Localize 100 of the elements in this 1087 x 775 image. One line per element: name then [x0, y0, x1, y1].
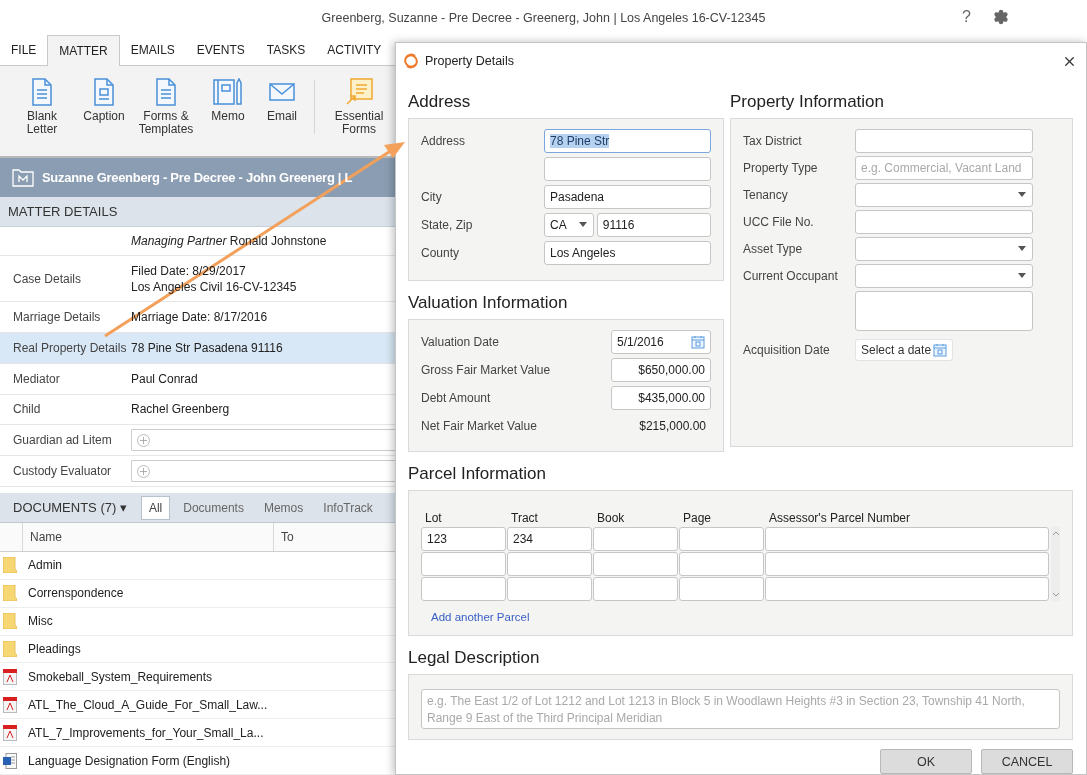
net-value: $215,000.00: [638, 418, 707, 433]
field-label: County: [421, 245, 461, 260]
section-heading: MATTER DETAILS: [8, 204, 118, 220]
detail-value: Rachel Greenberg: [131, 401, 230, 418]
grid-cell[interactable]: [679, 526, 764, 551]
grid-cell[interactable]: [765, 526, 1049, 551]
scrollbar[interactable]: [1051, 526, 1060, 601]
settings-icon[interactable]: [993, 9, 1009, 25]
dropdown-caret-icon[interactable]: [1017, 245, 1027, 252]
scroll-down-icon[interactable]: [1051, 591, 1060, 597]
dropdown-field[interactable]: [855, 182, 1033, 207]
detail-label: Marriage Details: [12, 309, 102, 324]
date-field[interactable]: Select a date: [855, 338, 953, 361]
folder-icon: [3, 641, 17, 657]
text-area[interactable]: [855, 290, 1033, 331]
grid-cell[interactable]: [593, 526, 678, 551]
filter-tab[interactable]: Memos: [256, 495, 311, 520]
section-heading: Address: [408, 90, 471, 113]
field-label: Address: [421, 133, 467, 148]
ribbon-button[interactable]: Email: [258, 77, 306, 123]
text-field[interactable]: [855, 209, 1033, 234]
filter-tab[interactable]: All: [140, 495, 171, 520]
field-label: Tenancy: [743, 187, 789, 202]
add-parcel-link[interactable]: Add another Parcel: [431, 610, 1060, 623]
folder-icon: [3, 613, 17, 630]
grid-cell[interactable]: 123: [421, 526, 506, 551]
grid-cell[interactable]: [507, 576, 592, 601]
grid-cell[interactable]: [679, 576, 764, 601]
scroll-up-icon[interactable]: [1051, 530, 1060, 536]
field-label: Asset Type: [743, 241, 804, 256]
dialog-title: Property Details: [425, 54, 515, 69]
ribbon-tab[interactable]: EVENTS: [185, 34, 256, 65]
section-heading: Legal Description: [408, 646, 540, 669]
section-heading: Parcel Information: [408, 462, 546, 485]
ribbon-button[interactable]: Memo: [204, 77, 252, 123]
help-button[interactable]: ?: [962, 8, 971, 26]
caption-document-icon: [93, 77, 115, 106]
text-field[interactable]: Los Angeles: [544, 240, 711, 265]
dropdown-field[interactable]: [855, 236, 1033, 261]
dropdown-caret-icon[interactable]: [1017, 272, 1027, 279]
ribbon-tab[interactable]: EMAILS: [119, 34, 186, 65]
column-header[interactable]: Name: [22, 523, 273, 551]
grid-cell[interactable]: [679, 551, 764, 576]
grid-cell[interactable]: [421, 551, 506, 576]
ribbon-tab[interactable]: ACTIVITY: [316, 34, 393, 65]
grid-cell[interactable]: [507, 551, 592, 576]
calendar-icon[interactable]: [933, 342, 947, 357]
grid-cell[interactable]: [765, 551, 1049, 576]
ribbon-button[interactable]: Forms & Templates: [134, 77, 198, 136]
detail-value: Paul Conrad: [131, 370, 198, 387]
zip-field[interactable]: 91116: [596, 212, 711, 237]
field-label: Current Occupant: [743, 268, 839, 283]
field-label: State, Zip: [421, 217, 474, 232]
ribbon-tab[interactable]: FILE: [0, 34, 48, 65]
grid-cell[interactable]: [421, 576, 506, 601]
amount-field[interactable]: $435,000.00: [611, 385, 711, 410]
grid-cell[interactable]: 234: [507, 526, 592, 551]
dropdown-field[interactable]: [855, 263, 1033, 288]
ribbon-tab[interactable]: TASKS: [255, 34, 317, 65]
date-field[interactable]: 5/1/2016: [611, 329, 711, 354]
logo-icon: [403, 53, 419, 70]
filter-tab[interactable]: Documents: [176, 495, 251, 520]
field-label: UCC File No.: [743, 214, 815, 229]
detail-label: Child: [12, 402, 42, 417]
amount-field[interactable]: $650,000.00: [611, 357, 711, 382]
grid-cell[interactable]: [593, 576, 678, 601]
section-heading: Valuation Information: [408, 291, 568, 314]
folder-icon: [3, 585, 17, 602]
detail-value: Marriage Date: 8/17/2016: [131, 308, 268, 325]
field-label: Acquisition Date: [743, 342, 831, 357]
ribbon-button[interactable]: Caption: [80, 77, 128, 123]
detail-value: 78 Pine Str Pasadena 91116: [131, 339, 283, 356]
text-field[interactable]: 78 Pine Str: [544, 128, 711, 153]
ribbon-button[interactable]: Essential Forms: [327, 77, 391, 136]
text-field[interactable]: Pasadena: [544, 184, 711, 209]
text-field[interactable]: [544, 156, 711, 181]
calendar-icon[interactable]: [691, 334, 705, 349]
ribbon-tab[interactable]: MATTER: [47, 34, 120, 66]
field-label: Gross Fair Market Value: [421, 362, 552, 377]
detail-label: Case Details: [12, 271, 83, 286]
column-header: Tract: [510, 510, 539, 525]
dialog-button[interactable]: OK: [880, 749, 972, 774]
folder-icon: [3, 557, 17, 574]
documents-dropdown[interactable]: DOCUMENTS (7) ▾: [13, 500, 127, 516]
filter-tab[interactable]: InfoTrack: [316, 495, 380, 520]
document-icon: [31, 77, 53, 106]
dropdown-caret-icon[interactable]: [577, 221, 588, 228]
window-title: Greenberg, Suzanne - Pre Decree - Greenerg, John | Los Angeles 16-CV-12345: [321, 10, 766, 25]
ribbon-button[interactable]: Blank Letter: [10, 77, 74, 136]
field-label: Property Type: [743, 160, 819, 175]
grid-cell[interactable]: [765, 576, 1049, 601]
state-dropdown[interactable]: CA: [544, 212, 594, 237]
column-header[interactable]: To: [273, 523, 393, 551]
grid-cell[interactable]: [593, 551, 678, 576]
notebook-pencil-icon: [213, 77, 243, 106]
field-label: Tax District: [743, 133, 803, 148]
text-field[interactable]: [855, 128, 1033, 153]
detail-label: Mediator: [12, 371, 61, 386]
dialog-button[interactable]: CANCEL: [981, 749, 1073, 774]
column-header: Lot: [424, 510, 443, 525]
